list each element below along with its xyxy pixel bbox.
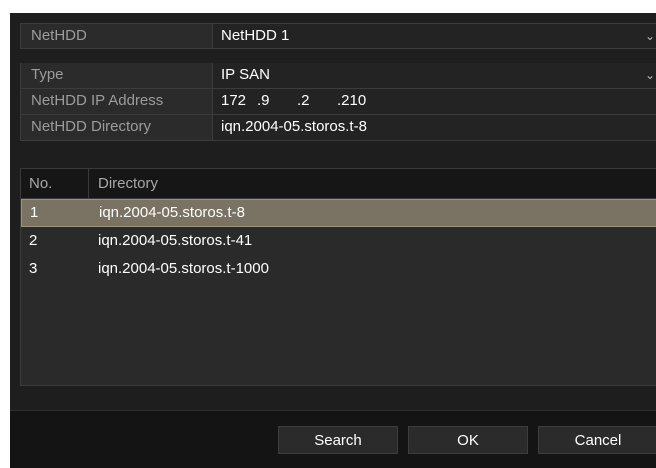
- table-header: No. Directory: [21, 169, 656, 199]
- nethdd-dialog: NetHDD NetHDD 1 ⌄ Type IP SAN ⌄ NetHDD I…: [10, 13, 656, 468]
- search-button[interactable]: Search: [278, 426, 398, 454]
- row-directory: iqn.2004-05.storos.t-1000: [98, 260, 269, 277]
- type-select-row: Type IP SAN ⌄: [20, 63, 656, 89]
- ip-address-row: NetHDD IP Address 172.9.2.210: [20, 89, 656, 115]
- ip-octet-4[interactable]: .210: [337, 89, 387, 113]
- chevron-down-icon: ⌄: [644, 68, 655, 82]
- cancel-button[interactable]: Cancel: [538, 426, 656, 454]
- chevron-down-icon: ⌄: [644, 29, 655, 43]
- ip-octet-1[interactable]: 172: [221, 89, 257, 113]
- ip-address-input[interactable]: 172.9.2.210: [213, 89, 656, 114]
- nethdd-select-value: NetHDD 1: [221, 27, 290, 44]
- directory-field[interactable]: iqn.2004-05.storos.t-8: [213, 115, 656, 140]
- ip-octet-3[interactable]: .2: [297, 89, 337, 113]
- row-number: 3: [29, 260, 38, 277]
- ip-octet-2[interactable]: .9: [257, 89, 297, 113]
- type-label: Type: [21, 63, 213, 88]
- column-header-directory[interactable]: Directory: [89, 169, 656, 198]
- nethdd-label: NetHDD: [21, 24, 213, 48]
- table-row[interactable]: 1 iqn.2004-05.storos.t-8: [21, 199, 656, 227]
- nethdd-select-row: NetHDD NetHDD 1 ⌄: [20, 23, 656, 49]
- type-select-value: IP SAN: [221, 66, 270, 83]
- table-row[interactable]: 2 iqn.2004-05.storos.t-41: [21, 227, 656, 255]
- column-header-no[interactable]: No.: [21, 169, 89, 198]
- row-directory: iqn.2004-05.storos.t-8: [99, 204, 245, 221]
- row-number: 2: [29, 232, 38, 249]
- type-select[interactable]: IP SAN ⌄: [213, 63, 656, 88]
- ip-address-label: NetHDD IP Address: [21, 89, 213, 114]
- row-number: 1: [30, 204, 39, 221]
- dialog-footer: Search OK Cancel: [10, 410, 656, 468]
- ok-button[interactable]: OK: [408, 426, 528, 454]
- directory-label: NetHDD Directory: [21, 115, 213, 140]
- directory-table: No. Directory 1 iqn.2004-05.storos.t-8 2…: [20, 168, 656, 386]
- directory-row: NetHDD Directory iqn.2004-05.storos.t-8: [20, 115, 656, 141]
- table-row[interactable]: 3 iqn.2004-05.storos.t-1000: [21, 255, 656, 283]
- row-directory: iqn.2004-05.storos.t-41: [98, 232, 253, 249]
- nethdd-select[interactable]: NetHDD 1 ⌄: [213, 24, 656, 48]
